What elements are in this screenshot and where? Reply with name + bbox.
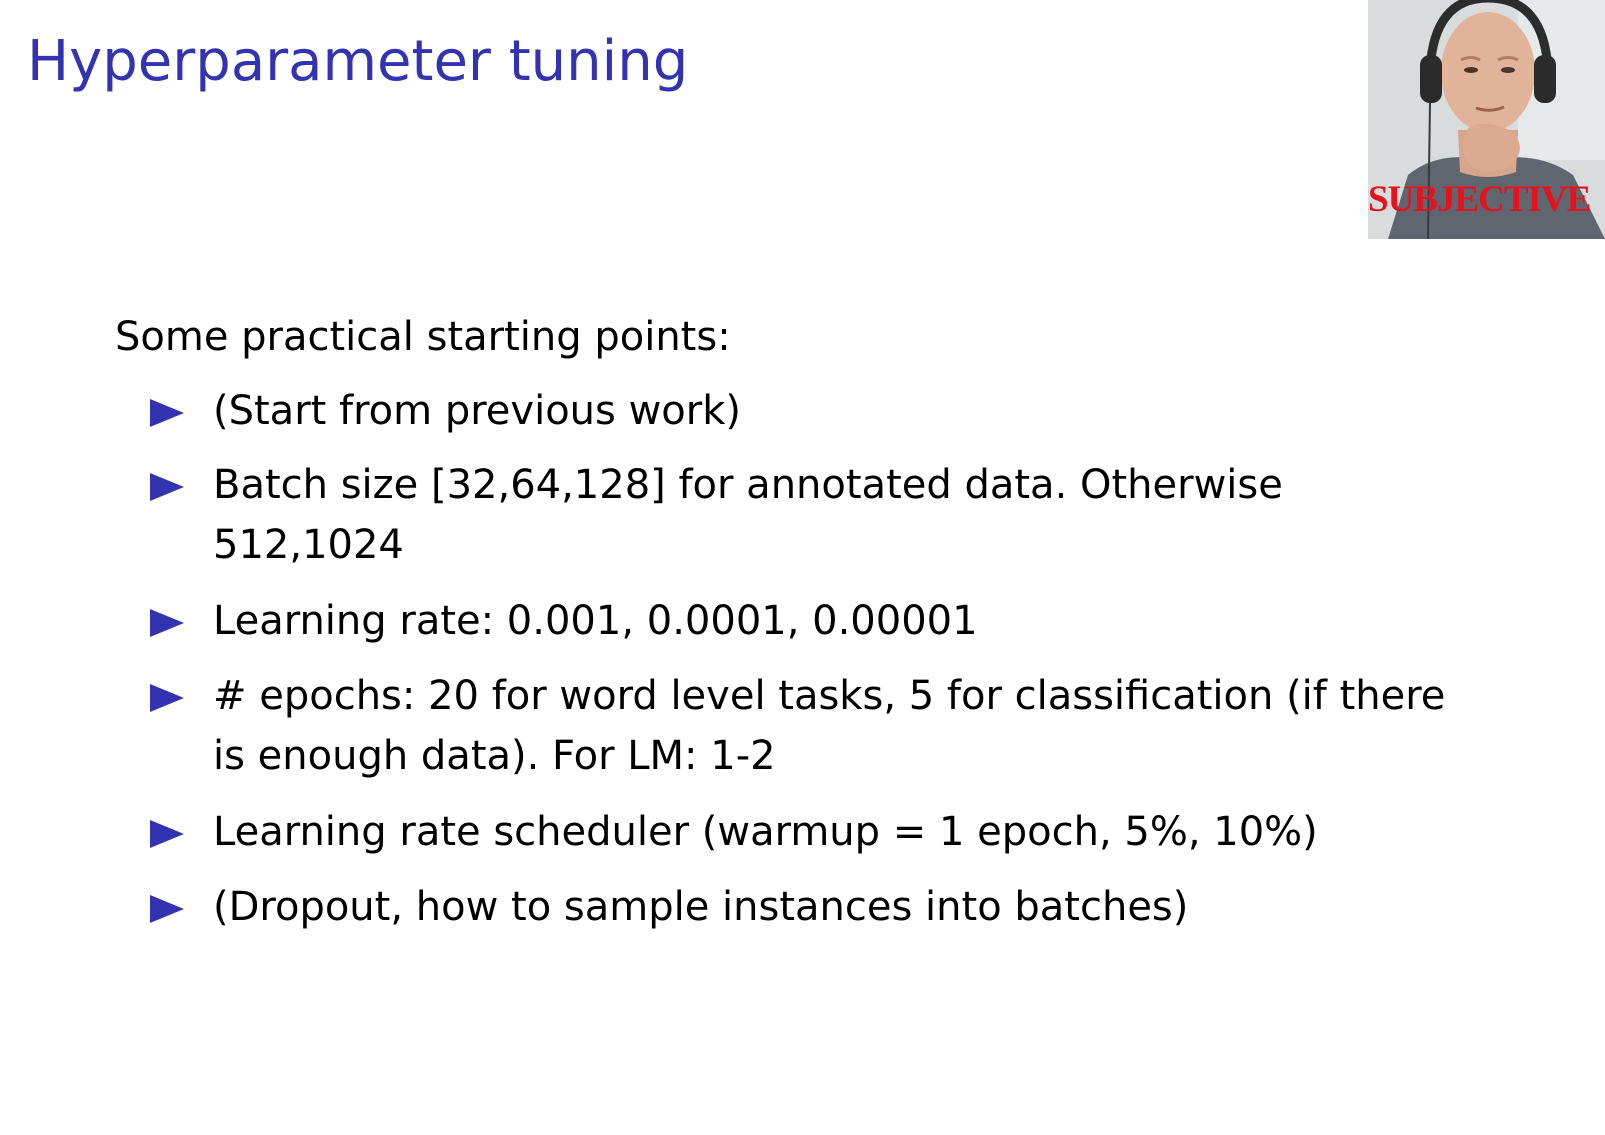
triangle-bullet-icon xyxy=(150,473,184,501)
triangle-bullet-icon xyxy=(150,684,184,712)
webcam-label: SUBJECTIVE xyxy=(1368,179,1591,220)
bullet-item: (Start from previous work) xyxy=(150,381,1550,441)
triangle-bullet-icon xyxy=(150,820,184,848)
triangle-bullet-icon xyxy=(150,609,184,637)
bullet-item: Batch size [32,64,128] for annotated dat… xyxy=(150,455,1550,575)
bullet-item: Learning rate: 0.001, 0.0001, 0.00001 xyxy=(150,591,1550,651)
bullet-text-continued: is enough data). For LM: 1-2 xyxy=(213,733,776,779)
bullet-item: (Dropout, how to sample instances into b… xyxy=(150,877,1550,937)
triangle-bullet-icon xyxy=(150,399,184,427)
bullet-text: Batch size [32,64,128] for annotated dat… xyxy=(213,462,1283,508)
bullet-text: # epochs: 20 for word level tasks, 5 for… xyxy=(213,673,1446,719)
slide-title: Hyperparameter tuning xyxy=(27,29,689,94)
bullet-text: (Dropout, how to sample instances into b… xyxy=(213,884,1189,930)
webcam-video-overlay: SUBJECTIVE xyxy=(1368,0,1605,239)
intro-text: Some practical starting points: xyxy=(115,314,731,360)
bullet-text: Learning rate scheduler (warmup = 1 epoc… xyxy=(213,809,1318,855)
bullet-text: (Start from previous work) xyxy=(213,388,741,434)
bullet-item: # epochs: 20 for word level tasks, 5 for… xyxy=(150,666,1550,786)
bullet-item: Learning rate scheduler (warmup = 1 epoc… xyxy=(150,802,1550,862)
triangle-bullet-icon xyxy=(150,895,184,923)
bullet-text-continued: 512,1024 xyxy=(213,522,404,568)
bullet-text: Learning rate: 0.001, 0.0001, 0.00001 xyxy=(213,598,978,644)
